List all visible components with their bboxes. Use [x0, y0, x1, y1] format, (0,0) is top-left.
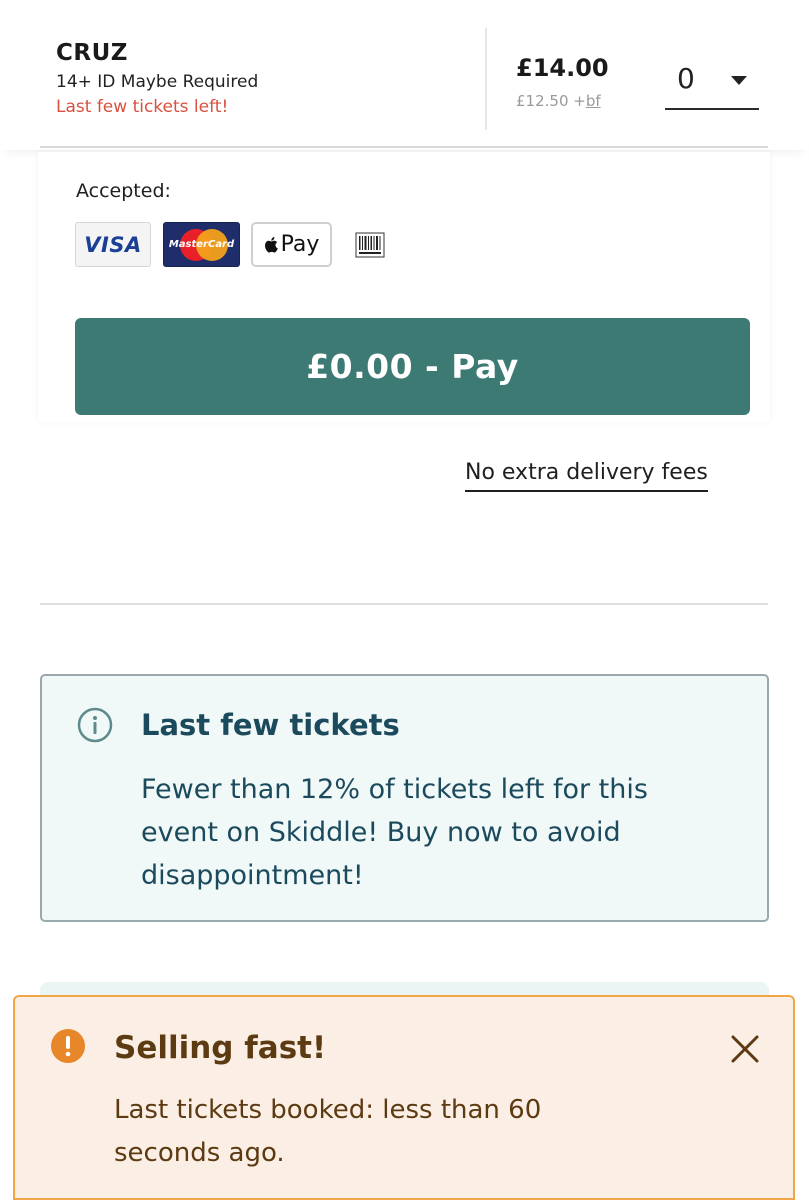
- ticket-row: CRUZ 14+ ID Maybe Required Last few tick…: [0, 0, 809, 150]
- barcode-icon: [355, 232, 385, 258]
- chevron-down-icon: [731, 76, 747, 85]
- base-price-text: £12.50 +: [516, 92, 586, 110]
- mastercard-logo: MasterCard: [163, 222, 240, 267]
- ticket-price: £14.00: [516, 54, 609, 82]
- ticket-base-price: £12.50 +bf: [516, 92, 601, 110]
- ticket-age-note: 14+ ID Maybe Required: [56, 72, 259, 92]
- ticket-name: CRUZ: [56, 40, 128, 66]
- alert-icon: [51, 1029, 85, 1063]
- apple-icon: [264, 237, 278, 253]
- booking-fee-link[interactable]: bf: [586, 92, 601, 110]
- ticket-divider: [485, 28, 487, 130]
- checkout-page: CRUZ 14+ ID Maybe Required Last few tick…: [0, 0, 809, 1200]
- mastercard-logo-text: MasterCard: [168, 239, 235, 250]
- info-body: Fewer than 12% of tickets left for this …: [141, 774, 648, 891]
- accepted-label: Accepted:: [76, 180, 171, 202]
- quantity-value: 0: [677, 62, 695, 95]
- pay-button-label: £0.00 - Pay: [306, 347, 519, 386]
- apple-pay-text: Pay: [280, 232, 320, 257]
- section-divider: [40, 603, 768, 605]
- visa-logo-text: VISA: [84, 232, 142, 257]
- quantity-select[interactable]: 0: [665, 58, 759, 110]
- pay-button[interactable]: £0.00 - Pay: [75, 318, 750, 415]
- close-icon[interactable]: [728, 1032, 762, 1066]
- apple-pay-logo: Pay: [251, 222, 332, 267]
- section-divider: [40, 146, 768, 148]
- delivery-fees-link[interactable]: No extra delivery fees: [465, 460, 708, 492]
- toast-title: Selling fast!: [114, 1030, 327, 1066]
- info-title: Last few tickets: [141, 708, 400, 742]
- info-icon: [77, 707, 113, 743]
- visa-logo: VISA: [75, 222, 151, 267]
- ticket-stock-warning: Last few tickets left!: [56, 97, 229, 117]
- toast-body: Last tickets booked: less than 60 second…: [114, 1095, 542, 1168]
